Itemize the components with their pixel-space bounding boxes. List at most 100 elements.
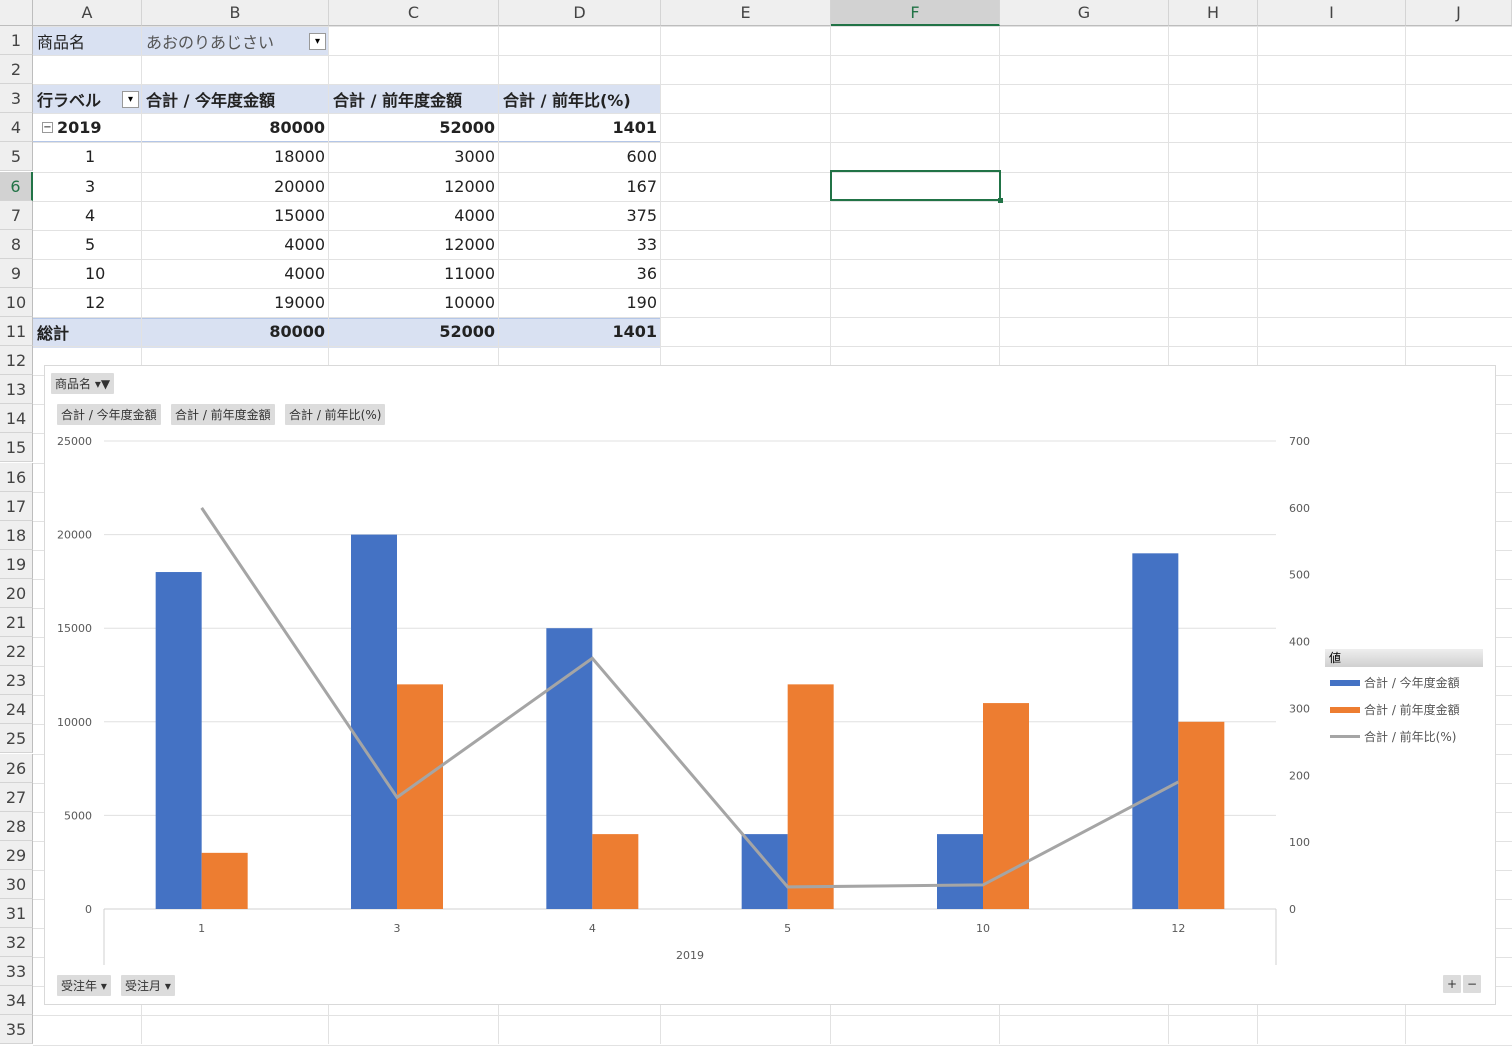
row-header-9[interactable]: 9 bbox=[0, 259, 33, 288]
pivot-chart[interactable]: 0500010000150002000025000010020030040050… bbox=[44, 365, 1496, 1005]
row-header-3[interactable]: 3 bbox=[0, 84, 33, 113]
pivot-cell[interactable]: 3000 bbox=[329, 142, 499, 171]
legend-item-ratio[interactable]: 合計 / 前年比(%) bbox=[1330, 728, 1456, 745]
row-header-22[interactable]: 22 bbox=[0, 637, 33, 666]
row-header-34[interactable]: 34 bbox=[0, 986, 33, 1015]
pivot-header-3[interactable]: 合計 / 前年比(%) bbox=[499, 84, 661, 113]
row-header-28[interactable]: 28 bbox=[0, 812, 33, 841]
pivot-cell[interactable]: 12000 bbox=[329, 230, 499, 259]
column-header-G[interactable]: G bbox=[1000, 0, 1169, 26]
select-all-corner[interactable] bbox=[0, 0, 33, 26]
pivot-cell[interactable]: 15000 bbox=[142, 201, 329, 230]
pivot-cell[interactable]: 20000 bbox=[142, 172, 329, 201]
pivot-cell[interactable]: 167 bbox=[499, 172, 661, 201]
column-header-D[interactable]: D bbox=[499, 0, 661, 26]
group-value-cell[interactable]: 1401 bbox=[499, 113, 661, 142]
pivot-header-1[interactable]: 合計 / 今年度金額 bbox=[142, 84, 329, 113]
axis-field-button-year[interactable]: 受注年 ▾ bbox=[57, 975, 111, 996]
row-header-32[interactable]: 32 bbox=[0, 928, 33, 957]
collapse-group-icon[interactable]: − bbox=[42, 122, 53, 133]
pivot-cell[interactable]: 190 bbox=[499, 288, 661, 317]
pivot-cell[interactable]: 11000 bbox=[329, 259, 499, 288]
row-header-6[interactable]: 6 bbox=[0, 172, 33, 201]
filter-field-button[interactable]: 商品名 ▾▼ bbox=[51, 373, 114, 394]
pivot-header-2[interactable]: 合計 / 前年度金額 bbox=[329, 84, 499, 113]
pivot-cell[interactable]: 4000 bbox=[329, 201, 499, 230]
column-header-A[interactable]: A bbox=[33, 0, 142, 26]
row-header-19[interactable]: 19 bbox=[0, 550, 33, 579]
row-header-1[interactable]: 1 bbox=[0, 26, 33, 55]
row-header-31[interactable]: 31 bbox=[0, 899, 33, 928]
pivot-cell[interactable]: 4 bbox=[33, 201, 142, 230]
filter-label-cell[interactable]: 商品名 bbox=[33, 26, 142, 55]
pivot-cell[interactable]: 375 bbox=[499, 201, 661, 230]
column-header-H[interactable]: H bbox=[1169, 0, 1258, 26]
row-header-4[interactable]: 4 bbox=[0, 113, 33, 142]
total-value-cell[interactable]: 80000 bbox=[142, 317, 329, 346]
total-value-cell[interactable]: 52000 bbox=[329, 317, 499, 346]
pivot-cell[interactable]: 36 bbox=[499, 259, 661, 288]
row-header-35[interactable]: 35 bbox=[0, 1015, 33, 1044]
axis-field-button-month[interactable]: 受注月 ▾ bbox=[121, 975, 175, 996]
selected-cell[interactable] bbox=[830, 170, 1001, 201]
pivot-cell[interactable]: 4000 bbox=[142, 259, 329, 288]
column-header-J[interactable]: J bbox=[1406, 0, 1512, 26]
value-field-button-2[interactable]: 合計 / 前年度金額 bbox=[171, 404, 275, 425]
expand-button[interactable]: + bbox=[1443, 975, 1461, 993]
total-value-cell[interactable]: 1401 bbox=[499, 317, 661, 346]
pivot-cell[interactable]: 33 bbox=[499, 230, 661, 259]
row-header-27[interactable]: 27 bbox=[0, 783, 33, 812]
row-header-33[interactable]: 33 bbox=[0, 957, 33, 986]
row-header-24[interactable]: 24 bbox=[0, 695, 33, 724]
row-header-14[interactable]: 14 bbox=[0, 404, 33, 433]
column-header-B[interactable]: B bbox=[142, 0, 329, 26]
line-ratio bbox=[202, 508, 1179, 887]
row-header-26[interactable]: 26 bbox=[0, 754, 33, 783]
filter-value-cell[interactable]: あおのりあじさい bbox=[142, 26, 329, 55]
column-header-I[interactable]: I bbox=[1258, 0, 1406, 26]
row-header-12[interactable]: 12 bbox=[0, 346, 33, 375]
pivot-cell[interactable]: 1 bbox=[33, 142, 142, 171]
pivot-cell[interactable]: 4000 bbox=[142, 230, 329, 259]
row-header-15[interactable]: 15 bbox=[0, 433, 33, 462]
row-header-30[interactable]: 30 bbox=[0, 870, 33, 899]
column-header-E[interactable]: E bbox=[661, 0, 831, 26]
pivot-cell[interactable]: 3 bbox=[33, 172, 142, 201]
legend-item-this-year[interactable]: 合計 / 今年度金額 bbox=[1330, 674, 1460, 691]
filter-dropdown-button[interactable]: ▾ bbox=[309, 33, 326, 50]
row-header-20[interactable]: 20 bbox=[0, 579, 33, 608]
row-header-16[interactable]: 16 bbox=[0, 463, 33, 492]
group-value-cell[interactable]: 80000 bbox=[142, 113, 329, 142]
row-header-10[interactable]: 10 bbox=[0, 288, 33, 317]
row-header-17[interactable]: 17 bbox=[0, 492, 33, 521]
collapse-button[interactable]: − bbox=[1463, 975, 1481, 993]
row-header-8[interactable]: 8 bbox=[0, 230, 33, 259]
bar-last-year bbox=[788, 684, 834, 909]
pivot-cell[interactable]: 12000 bbox=[329, 172, 499, 201]
legend-item-last-year[interactable]: 合計 / 前年度金額 bbox=[1330, 701, 1460, 718]
pivot-cell[interactable]: 19000 bbox=[142, 288, 329, 317]
group-value-cell[interactable]: 52000 bbox=[329, 113, 499, 142]
row-header-29[interactable]: 29 bbox=[0, 841, 33, 870]
column-header-F[interactable]: F bbox=[831, 0, 1000, 26]
row-header-5[interactable]: 5 bbox=[0, 142, 33, 171]
column-header-C[interactable]: C bbox=[329, 0, 499, 26]
value-field-button-1[interactable]: 合計 / 今年度金額 bbox=[57, 404, 161, 425]
row-label-dropdown-button[interactable]: ▾ bbox=[122, 91, 139, 108]
row-header-11[interactable]: 11 bbox=[0, 317, 33, 346]
row-header-2[interactable]: 2 bbox=[0, 55, 33, 84]
pivot-cell[interactable]: 18000 bbox=[142, 142, 329, 171]
value-field-button-3[interactable]: 合計 / 前年比(%) bbox=[285, 404, 385, 425]
total-label-cell[interactable]: 総計 bbox=[33, 317, 142, 346]
row-header-18[interactable]: 18 bbox=[0, 521, 33, 550]
pivot-cell[interactable]: 10 bbox=[33, 259, 142, 288]
row-header-25[interactable]: 25 bbox=[0, 724, 33, 753]
pivot-cell[interactable]: 10000 bbox=[329, 288, 499, 317]
row-header-21[interactable]: 21 bbox=[0, 608, 33, 637]
pivot-cell[interactable]: 5 bbox=[33, 230, 142, 259]
pivot-cell[interactable]: 12 bbox=[33, 288, 142, 317]
row-header-23[interactable]: 23 bbox=[0, 666, 33, 695]
row-header-7[interactable]: 7 bbox=[0, 201, 33, 230]
pivot-cell[interactable]: 600 bbox=[499, 142, 661, 171]
row-header-13[interactable]: 13 bbox=[0, 375, 33, 404]
